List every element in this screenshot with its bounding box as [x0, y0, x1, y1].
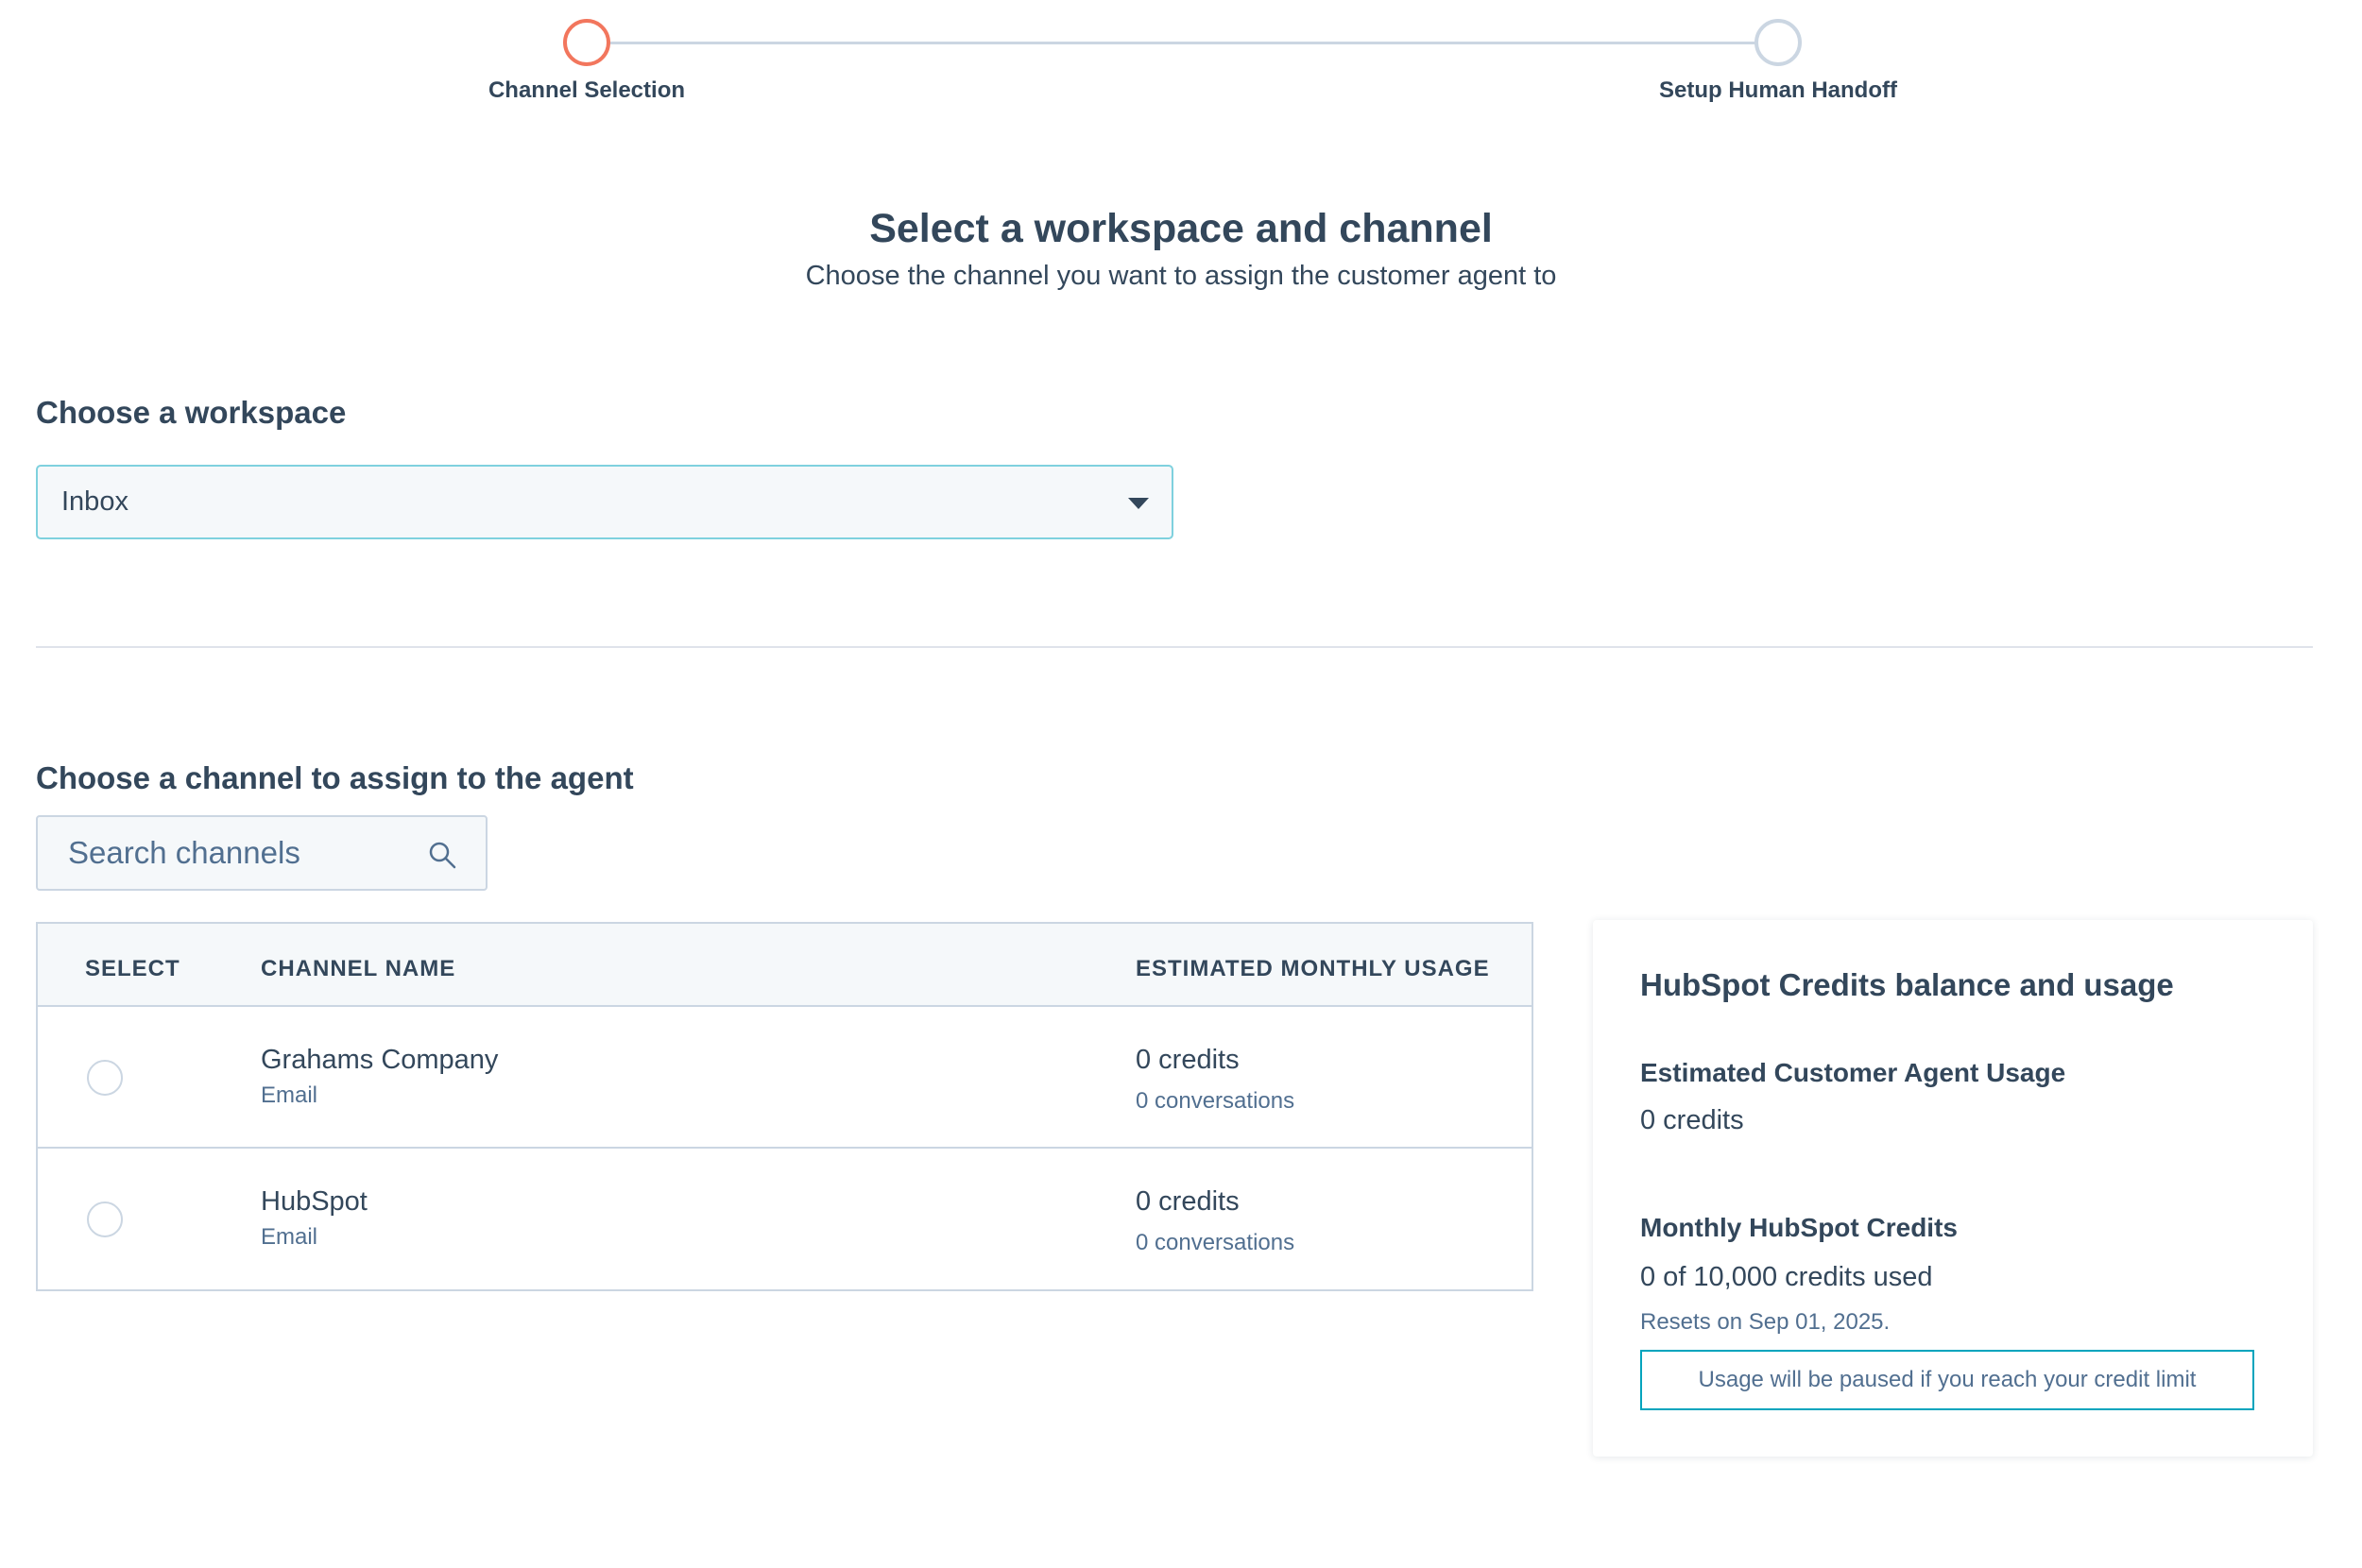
step-2-indicator[interactable] — [1754, 19, 1802, 66]
channel-conversations: 0 conversations — [1136, 1088, 1295, 1114]
channel-type: Email — [261, 1082, 318, 1108]
channel-credits: 0 credits — [1136, 1045, 1240, 1075]
stepper-line — [610, 42, 1758, 44]
workspace-select-value: Inbox — [61, 486, 128, 517]
section-divider — [36, 646, 2313, 648]
page-subtitle: Choose the channel you want to assign th… — [805, 261, 1557, 291]
credit-limit-alert: Usage will be paused if you reach your c… — [1640, 1350, 2254, 1410]
estimated-usage-label: Estimated Customer Agent Usage — [1640, 1058, 2066, 1087]
workspace-heading: Choose a workspace — [36, 395, 347, 430]
channel-heading: Choose a channel to assign to the agent — [36, 760, 634, 795]
column-header-usage: ESTIMATED MONTHLY USAGE — [1136, 956, 1490, 981]
select-radio[interactable] — [87, 1060, 123, 1096]
channel-type: Email — [261, 1224, 318, 1250]
channel-name: HubSpot — [261, 1186, 368, 1217]
table-row: HubSpot Email 0 credits 0 conversations — [38, 1149, 1532, 1290]
credits-card: HubSpot Credits balance and usage Estima… — [1593, 920, 2313, 1457]
estimated-usage-value: 0 credits — [1640, 1105, 1744, 1135]
step-2-label: Setup Human Handoff — [1659, 77, 1897, 103]
credits-card-title: HubSpot Credits balance and usage — [1640, 967, 2174, 1002]
search-input[interactable] — [38, 817, 406, 889]
page-title: Select a workspace and channel — [869, 206, 1493, 251]
chevron-down-icon — [1128, 498, 1149, 509]
step-1-label: Channel Selection — [488, 77, 686, 103]
channel-credits: 0 credits — [1136, 1186, 1240, 1217]
search-icon[interactable] — [427, 840, 457, 875]
column-header-channel-name: CHANNEL NAME — [261, 956, 456, 981]
monthly-credits-value: 0 of 10,000 credits used — [1640, 1262, 1933, 1292]
channel-conversations: 0 conversations — [1136, 1230, 1295, 1255]
monthly-credits-label: Monthly HubSpot Credits — [1640, 1213, 1958, 1242]
channels-table: SELECT CHANNEL NAME ESTIMATED MONTHLY US… — [36, 922, 1533, 1291]
page: Channel Selection Setup Human Handoff Se… — [0, 0, 2362, 1568]
search-box[interactable] — [36, 815, 488, 891]
table-row: Grahams Company Email 0 credits 0 conver… — [38, 1007, 1532, 1149]
column-header-select: SELECT — [85, 956, 180, 981]
select-radio[interactable] — [87, 1202, 123, 1237]
workspace-select[interactable]: Inbox — [36, 465, 1173, 539]
step-1-indicator[interactable] — [563, 19, 610, 66]
reset-date-text: Resets on Sep 01, 2025. — [1640, 1309, 1891, 1335]
table-header: SELECT CHANNEL NAME ESTIMATED MONTHLY US… — [38, 924, 1532, 1007]
channel-name: Grahams Company — [261, 1045, 499, 1075]
